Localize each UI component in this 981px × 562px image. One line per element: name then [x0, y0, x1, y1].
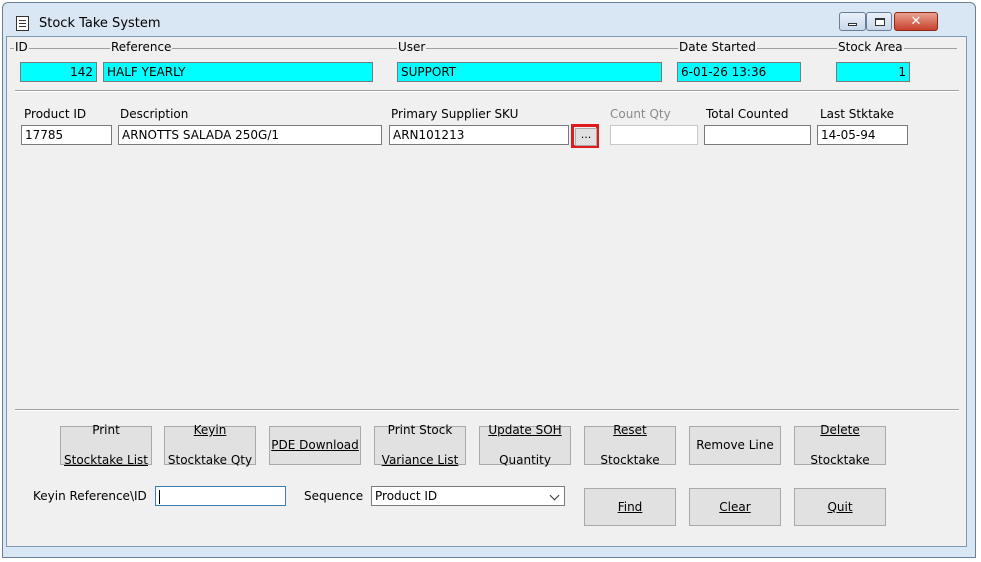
sequence-label: Sequence	[304, 489, 364, 503]
find-button[interactable]: Find	[584, 488, 676, 526]
maximize-button[interactable]	[866, 12, 892, 31]
date-started-field[interactable]: 6-01-26 13:36	[677, 62, 801, 82]
update-soh-line2: Quantity	[499, 453, 551, 467]
update-soh-quantity-button[interactable]: Update SOH Quantity	[479, 423, 571, 467]
remove-line-button[interactable]: Remove Line	[689, 426, 781, 465]
stock-area-label: Stock Area	[837, 40, 904, 54]
supplier-sku-field[interactable]: ARN101213	[389, 125, 569, 145]
date-started-label: Date Started	[678, 40, 757, 54]
print-variance-list-button[interactable]: Print Stock Variance List	[374, 423, 466, 467]
header-separator-highlight	[15, 91, 959, 92]
clear-label: Clear	[719, 499, 751, 514]
pde-download-button[interactable]: PDE Download	[269, 426, 361, 465]
keyin-stocktake-qty-line2: Stocktake Qty	[167, 453, 253, 467]
keyin-stocktake-qty-button[interactable]: Keyin Stocktake Qty	[164, 423, 256, 467]
reset-stocktake-line2: Stocktake	[600, 453, 660, 467]
window-title: Stock Take System	[39, 16, 161, 31]
keyin-stocktake-qty-line1: Keyin	[193, 423, 227, 437]
main-form: ID Reference User Date Started Stock Are…	[6, 36, 967, 547]
find-label: Find	[617, 499, 643, 514]
delete-stocktake-button[interactable]: Delete Stocktake	[794, 423, 886, 467]
reset-stocktake-line1: Reset	[613, 423, 647, 437]
id-label: ID	[14, 40, 29, 54]
stock-area-field[interactable]: 1	[836, 62, 910, 82]
delete-stocktake-line1: Delete	[820, 423, 860, 437]
product-id-label: Product ID	[24, 107, 87, 121]
id-field[interactable]: 142	[20, 62, 97, 82]
update-soh-line1: Update SOH	[488, 423, 562, 437]
total-counted-field[interactable]	[704, 125, 811, 145]
description-label: Description	[120, 107, 189, 121]
quit-label: Quit	[827, 499, 853, 514]
supplier-sku-label: Primary Supplier SKU	[391, 107, 519, 121]
print-stocktake-list-line2: Stocktake List	[64, 453, 148, 467]
sku-lookup-button[interactable]: ...	[575, 128, 597, 146]
button-separator-highlight	[15, 410, 959, 411]
keyin-reference-input[interactable]	[155, 486, 286, 506]
remove-line-label: Remove Line	[696, 438, 774, 452]
print-stocktake-list-button[interactable]: Print Stocktake List	[60, 423, 152, 467]
chevron-down-icon	[549, 490, 560, 501]
last-stktake-field[interactable]: 14-05-94	[817, 125, 908, 145]
quit-button[interactable]: Quit	[794, 488, 886, 526]
reference-field[interactable]: HALF YEARLY	[103, 62, 373, 82]
product-id-field[interactable]: 17785	[21, 125, 112, 145]
reset-stocktake-button[interactable]: Reset Stocktake	[584, 423, 676, 467]
sequence-selected-value: Product ID	[375, 489, 438, 503]
print-variance-line2: Variance List	[381, 453, 459, 467]
description-field[interactable]: ARNOTTS SALADA 250G/1	[118, 125, 382, 145]
sequence-dropdown[interactable]: Product ID	[371, 486, 565, 506]
total-counted-label: Total Counted	[706, 107, 789, 121]
last-stktake-label: Last Stktake	[820, 107, 895, 121]
keyin-reference-label: Keyin Reference\ID	[33, 489, 147, 503]
user-field[interactable]: SUPPORT	[397, 62, 662, 82]
sku-lookup-highlight: ...	[571, 124, 599, 148]
reference-label: Reference	[110, 40, 173, 54]
text-caret	[159, 489, 160, 504]
count-qty-label: Count Qty	[610, 107, 671, 121]
count-qty-field[interactable]	[610, 125, 698, 145]
minimize-button[interactable]	[839, 12, 866, 31]
print-variance-line1: Print Stock	[387, 423, 453, 437]
print-stocktake-list-line1: Print	[92, 423, 120, 437]
pde-download-label: PDE Download	[271, 438, 359, 452]
close-button[interactable]	[894, 12, 938, 31]
document-icon	[16, 16, 29, 31]
delete-stocktake-line2: Stocktake	[810, 453, 870, 467]
user-label: User	[397, 40, 427, 54]
clear-button[interactable]: Clear	[689, 488, 781, 526]
